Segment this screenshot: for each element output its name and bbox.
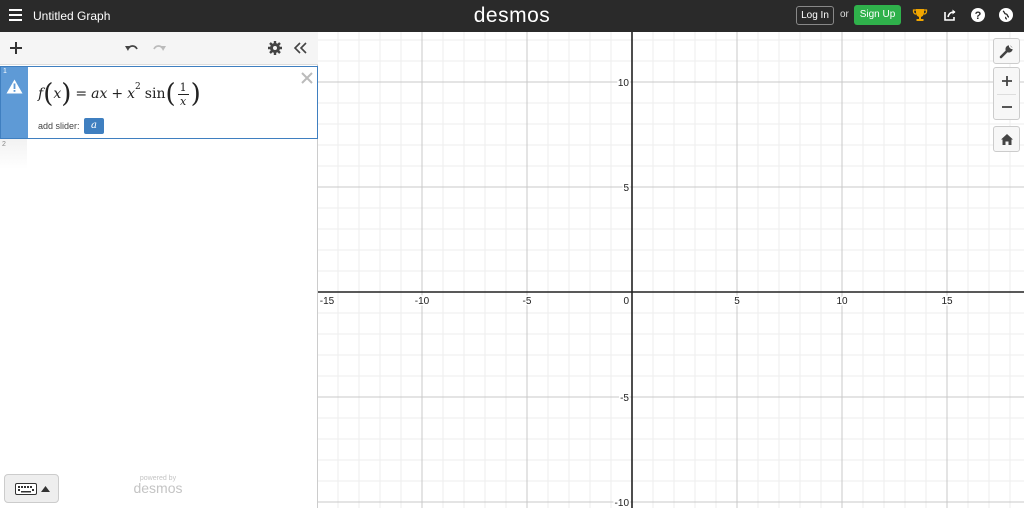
add-icon[interactable] (8, 40, 24, 56)
keypad-toggle-button[interactable] (4, 474, 59, 503)
chevron-up-icon (41, 486, 50, 492)
x-tick-label: -10 (415, 296, 430, 307)
zoom-out-icon (1002, 106, 1012, 108)
or-label: or (840, 9, 849, 20)
graph-canvas[interactable]: -15 -10 -5 0 5 10 15 10 5 -5 -10 (318, 32, 1024, 508)
expression-toolbar (0, 32, 318, 65)
left-paren: ( (43, 79, 54, 109)
expression-tab[interactable]: 1 (1, 67, 28, 138)
zoom-in-button[interactable] (994, 68, 1019, 94)
trophy-icon[interactable] (912, 7, 928, 23)
x-tick-label: 10 (836, 296, 848, 307)
top-bar: Untitled Graph desmos Log In or Sign Up … (0, 0, 1024, 32)
expression-row[interactable]: 2 (0, 139, 318, 169)
wrench-icon (999, 44, 1014, 59)
x-tick-label: 5 (734, 296, 740, 307)
y-tick-label: 10 (618, 78, 630, 89)
x-tick-label: -15 (320, 296, 335, 307)
graph-title[interactable]: Untitled Graph (33, 9, 110, 23)
y-tick-label: -5 (620, 393, 629, 404)
formula-fraction: 1 x (177, 80, 189, 108)
default-viewport-button[interactable] (993, 126, 1020, 152)
globe-icon[interactable] (998, 7, 1014, 23)
powered-by-desmos[interactable]: powered by desmos (128, 475, 188, 495)
formula-ax-x: x (99, 86, 108, 102)
expression-row[interactable]: 1 f ( x ) = a x + x 2 sin ( 1 x ) add sl… (0, 66, 318, 139)
zoom-controls (993, 67, 1020, 120)
expression-index: 1 (3, 68, 7, 75)
login-button[interactable]: Log In (796, 6, 834, 25)
powered-by-logo: desmos (133, 480, 183, 496)
warning-icon[interactable] (6, 79, 23, 94)
share-icon[interactable] (942, 7, 958, 23)
x-tick-label: -5 (523, 296, 532, 307)
close-icon[interactable] (300, 71, 314, 85)
expression-formula[interactable]: f ( x ) = a x + x 2 sin ( 1 x ) (38, 76, 201, 112)
formula-sin: sin (144, 86, 166, 102)
y-tick-label: 5 (623, 183, 629, 194)
menu-icon[interactable] (9, 9, 22, 22)
svg-text:?: ? (975, 10, 982, 22)
formula-equals: = (75, 86, 88, 102)
fraction-numerator: 1 (177, 80, 189, 95)
gear-icon[interactable] (267, 40, 283, 56)
zoom-in-icon (1002, 76, 1012, 86)
expression-tab[interactable]: 2 (0, 139, 27, 169)
expression-panel: 1 f ( x ) = a x + x 2 sin ( 1 x ) add sl… (0, 32, 318, 508)
home-icon (1001, 134, 1013, 145)
x-tick-label: 15 (941, 296, 953, 307)
collapse-icon[interactable] (292, 40, 308, 56)
redo-icon[interactable] (151, 40, 167, 56)
zoom-out-button[interactable] (994, 94, 1019, 120)
x-tick-label: 0 (623, 296, 629, 307)
formula-a: a (91, 86, 100, 102)
keyboard-icon (15, 483, 37, 495)
formula-x-squared: x (127, 86, 136, 102)
help-icon[interactable]: ? (970, 7, 986, 23)
sin-right-paren: ) (190, 79, 201, 109)
formula-x: x (53, 86, 62, 102)
graph-paper[interactable]: -15 -10 -5 0 5 10 15 10 5 -5 -10 (318, 32, 1024, 508)
signup-button[interactable]: Sign Up (854, 5, 901, 25)
add-slider-button[interactable]: a (84, 118, 104, 134)
undo-icon[interactable] (124, 40, 140, 56)
formula-exponent: 2 (135, 82, 141, 92)
formula-plus: + (111, 86, 124, 102)
graph-settings-button[interactable] (993, 38, 1020, 64)
add-slider-label: add slider: (38, 121, 80, 131)
fraction-denominator: x (180, 94, 187, 108)
expression-index: 2 (2, 141, 6, 148)
right-paren: ) (61, 79, 72, 109)
sin-left-paren: ( (165, 79, 176, 109)
y-tick-label: -10 (615, 498, 630, 508)
